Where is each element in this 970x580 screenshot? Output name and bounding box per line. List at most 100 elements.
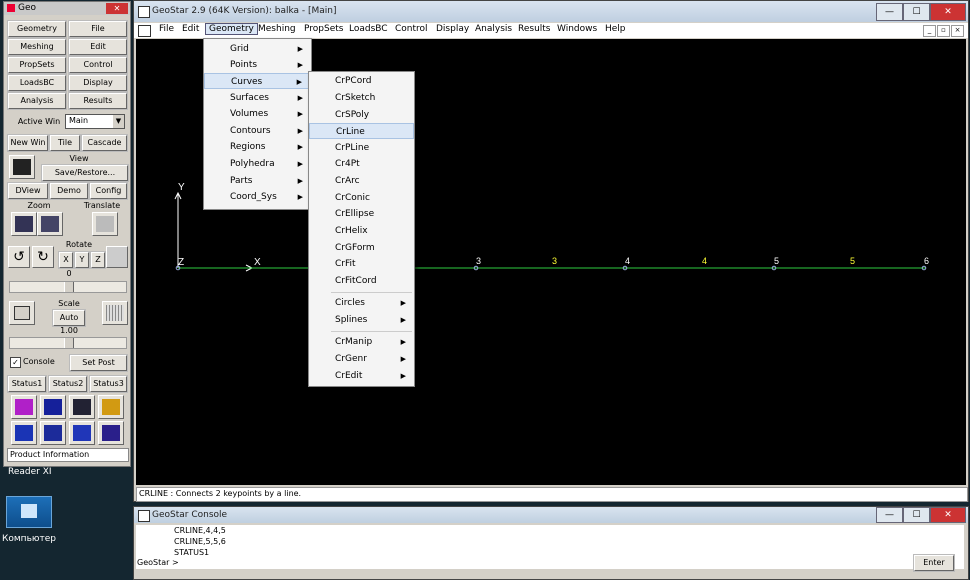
panel-titlebar[interactable]: Geo ✕ <box>4 2 130 15</box>
menu-item-crpline[interactable]: CrPLine <box>309 140 414 156</box>
console-input[interactable] <box>180 558 910 568</box>
menu-item-splines[interactable]: Splines ▶ <box>309 312 414 328</box>
menu-item-cr4pt[interactable]: Cr4Pt <box>309 156 414 172</box>
maximize-icon[interactable]: ☐ <box>903 507 930 523</box>
auto-scale-button[interactable]: Auto <box>53 310 85 326</box>
active-win-select[interactable]: Main ▼ <box>65 114 125 129</box>
menu-meshing[interactable]: Meshing <box>258 24 296 34</box>
meshing-button[interactable]: Meshing <box>8 39 66 55</box>
loadsbc-button[interactable]: LoadsBC <box>8 75 66 91</box>
menu-item-regions[interactable]: Regions ▶ <box>204 139 311 155</box>
menu-item-grid[interactable]: Grid ▶ <box>204 41 311 57</box>
mdi-restore-icon[interactable]: ▫ <box>937 25 950 37</box>
rotate-link-icon[interactable] <box>106 246 128 268</box>
menu-item-crspoly[interactable]: CrSPoly <box>309 107 414 123</box>
menu-item-contours[interactable]: Contours ▶ <box>204 123 311 139</box>
menu-item-crarc[interactable]: CrArc <box>309 173 414 189</box>
minimize-icon[interactable]: — <box>876 3 903 21</box>
menu-item-curves[interactable]: Curves ▶ <box>204 73 311 89</box>
menu-item-coord-sys[interactable]: Coord_Sys ▶ <box>204 189 311 205</box>
menu-item-crgform[interactable]: CrGForm <box>309 240 414 256</box>
menu-geometry[interactable]: Geometry <box>205 23 258 35</box>
menu-edit[interactable]: Edit <box>182 24 199 34</box>
menu-item-crconic[interactable]: CrConic <box>309 190 414 206</box>
menu-file[interactable]: File <box>159 24 174 34</box>
computer-desktop-icon[interactable] <box>6 496 52 528</box>
tool2-icon-button[interactable] <box>40 395 66 419</box>
rotate-cw-icon[interactable]: ↻ <box>32 246 54 268</box>
menu-display[interactable]: Display <box>436 24 469 34</box>
doc-icon[interactable] <box>138 25 151 37</box>
menu-item-circles[interactable]: Circles ▶ <box>309 295 414 311</box>
menu-item-crgenr[interactable]: CrGenr ▶ <box>309 351 414 367</box>
help-icon-button[interactable] <box>69 421 95 445</box>
config-button[interactable]: Config <box>90 183 127 199</box>
hatch-icon-button[interactable] <box>102 301 128 325</box>
fit-icon-button[interactable] <box>9 301 35 325</box>
menu-item-surfaces[interactable]: Surfaces ▶ <box>204 90 311 106</box>
axis-z-button[interactable]: Z <box>91 252 105 268</box>
enter-button[interactable]: Enter <box>914 555 954 571</box>
propsets-button[interactable]: PropSets <box>8 57 66 73</box>
close-icon[interactable]: ✕ <box>106 3 128 14</box>
close-icon[interactable]: ✕ <box>930 3 966 21</box>
geometry-button[interactable]: Geometry <box>8 21 66 37</box>
demo-button[interactable]: Demo <box>50 183 88 199</box>
menu-item-points[interactable]: Points ▶ <box>204 57 311 73</box>
menu-item-crellipse[interactable]: CrEllipse <box>309 206 414 222</box>
menu-item-crhelix[interactable]: CrHelix <box>309 223 414 239</box>
mdi-minimize-icon[interactable]: _ <box>923 25 936 37</box>
console-checkbox-label[interactable]: Console <box>23 357 55 366</box>
chevron-down-icon[interactable]: ▼ <box>113 115 124 128</box>
product-info-field[interactable]: Product Information <box>7 448 129 462</box>
menu-control[interactable]: Control <box>395 24 428 34</box>
menu-results[interactable]: Results <box>518 24 551 34</box>
scale-slider[interactable] <box>9 337 127 349</box>
menu-item-crline[interactable]: CrLine <box>309 123 414 139</box>
console-checkbox[interactable]: ✓ <box>10 357 21 368</box>
scale-slider-thumb[interactable] <box>64 338 74 348</box>
tile-button[interactable]: Tile <box>50 135 80 151</box>
mdi-close-icon[interactable]: × <box>951 25 964 37</box>
menu-item-volumes[interactable]: Volumes ▶ <box>204 106 311 122</box>
menu-item-polyhedra[interactable]: Polyhedra ▶ <box>204 156 311 172</box>
menu-analysis[interactable]: Analysis <box>475 24 512 34</box>
menu-propsets[interactable]: PropSets <box>304 24 343 34</box>
menu-loadsbc[interactable]: LoadsBC <box>349 24 388 34</box>
edit-button[interactable]: Edit <box>69 39 127 55</box>
status1-button[interactable]: Status1 <box>8 376 46 392</box>
translate-icon-button[interactable] <box>92 212 118 236</box>
menu-item-credit[interactable]: CrEdit ▶ <box>309 368 414 384</box>
status3-button[interactable]: Status3 <box>90 376 127 392</box>
main-titlebar[interactable]: GeoStar 2.9 (64K Version): balka - [Main… <box>134 1 968 22</box>
menu-item-crmanip[interactable]: CrManip ▶ <box>309 334 414 350</box>
menu-windows[interactable]: Windows <box>557 24 597 34</box>
set-post-button[interactable]: Set Post <box>70 355 127 371</box>
tool1-icon-button[interactable] <box>11 395 37 419</box>
view-icon-button[interactable] <box>9 155 35 179</box>
new-win-button[interactable]: New Win <box>8 135 48 151</box>
results-button[interactable]: Results <box>69 93 127 109</box>
console-output[interactable]: CRLINE,4,4,5 CRLINE,5,5,6 STATUS1 GeoSta… <box>136 525 964 571</box>
tool8-icon-button[interactable] <box>98 421 124 445</box>
zoom-in-icon-button[interactable] <box>11 212 37 236</box>
dview-button[interactable]: DView <box>8 183 48 199</box>
menu-item-parts[interactable]: Parts ▶ <box>204 173 311 189</box>
minimize-icon[interactable]: — <box>876 507 903 523</box>
status2-button[interactable]: Status2 <box>49 376 87 392</box>
axis-y-button[interactable]: Y <box>75 252 89 268</box>
control-button[interactable]: Control <box>69 57 127 73</box>
tool3-icon-button[interactable] <box>69 395 95 419</box>
menu-item-crpcord[interactable]: CrPCord <box>309 73 414 89</box>
tool6-icon-button[interactable] <box>40 421 66 445</box>
tool4-icon-button[interactable] <box>98 395 124 419</box>
maximize-icon[interactable]: ☐ <box>903 3 930 21</box>
close-icon[interactable]: ✕ <box>930 507 966 523</box>
axis-x-button[interactable]: X <box>59 252 73 268</box>
zoom-window-icon-button[interactable] <box>37 212 63 236</box>
menu-item-crsketch[interactable]: CrSketch <box>309 90 414 106</box>
save-restore-button[interactable]: Save/Restore... <box>42 165 128 181</box>
rotate-ccw-icon[interactable]: ↺ <box>8 246 30 268</box>
cascade-button[interactable]: Cascade <box>82 135 127 151</box>
rotate-slider-thumb[interactable] <box>64 282 74 292</box>
